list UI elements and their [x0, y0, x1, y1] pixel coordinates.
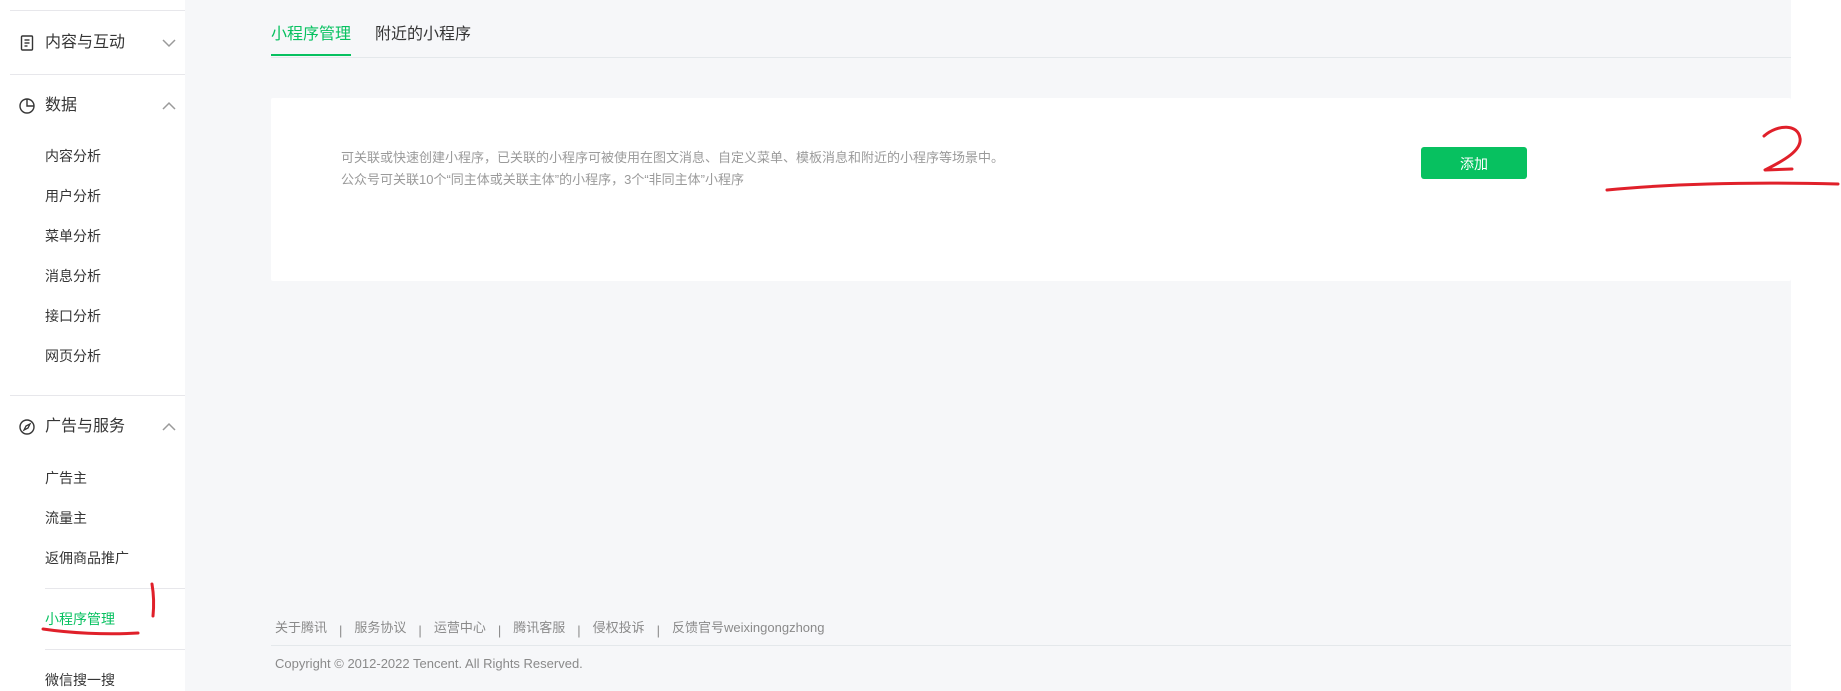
sidebar-group-label: 数据 [45, 97, 78, 114]
footer-link-operations-center[interactable]: 运营中心 [434, 620, 486, 635]
footer-link-feedback[interactable]: 反馈官号weixingongzhong [672, 620, 824, 635]
footer-separator: | [656, 623, 661, 638]
footer-divider [271, 645, 1791, 646]
tab-nearby-mini-programs[interactable]: 附近的小程序 [375, 24, 471, 46]
footer-separator: | [339, 623, 343, 638]
pie-chart-icon [19, 98, 35, 114]
footer-link-customer-service[interactable]: 腾讯客服 [513, 620, 565, 635]
sidebar-divider [45, 588, 185, 589]
sidebar-item-api-analysis[interactable]: 接口分析 [45, 306, 101, 326]
add-button[interactable]: 添加 [1421, 147, 1527, 179]
sidebar-divider [10, 395, 185, 396]
sidebar-group-data[interactable]: 数据 [10, 86, 185, 126]
copyright: Copyright © 2012-2022 Tencent. All Right… [275, 656, 583, 671]
sidebar-item-web-analysis[interactable]: 网页分析 [45, 346, 101, 366]
sidebar-item-advertiser[interactable]: 广告主 [45, 468, 87, 488]
footer-links: 关于腾讯 | 服务协议 | 运营中心 | 腾讯客服 | 侵权投诉 | 反馈官号weixingongz… [275, 617, 825, 638]
tab-active-underline [271, 54, 352, 56]
chevron-up-icon [162, 101, 176, 110]
sidebar-divider [45, 649, 185, 650]
sidebar-item-message-analysis[interactable]: 消息分析 [45, 266, 101, 286]
compass-icon [19, 419, 35, 435]
footer-separator: | [418, 623, 422, 638]
card-description-line2: 公众号可关联10个“同主体或关联主体”的小程序，3个“非同主体”小程序 [341, 172, 745, 187]
footer-separator: | [497, 623, 502, 638]
sidebar: 内容与互动 数据 内容分析 用户分析 菜单分析 消息分析 接口分析 网页分析 广… [0, 0, 185, 691]
sidebar-item-publisher[interactable]: 流量主 [45, 508, 87, 528]
sidebar-item-user-analysis[interactable]: 用户分析 [45, 186, 101, 206]
tab-label: 小程序管理 [271, 26, 352, 43]
footer-separator: | [577, 623, 581, 638]
chevron-up-icon [162, 422, 176, 431]
document-icon [20, 35, 34, 51]
sidebar-group-content-interaction[interactable]: 内容与互动 [10, 23, 185, 63]
page-edge [1791, 0, 1841, 691]
sidebar-group-label: 内容与互动 [45, 34, 126, 51]
sidebar-item-menu-analysis[interactable]: 菜单分析 [45, 226, 101, 246]
sidebar-divider [10, 74, 185, 75]
tab-bar: 小程序管理 附近的小程序 [271, 0, 1791, 58]
footer-link-about[interactable]: 关于腾讯 [275, 620, 327, 635]
sidebar-item-mini-program-management[interactable]: 小程序管理 [45, 609, 115, 629]
sidebar-item-wechat-search[interactable]: 微信搜一搜 [45, 670, 115, 690]
chevron-down-icon [162, 39, 176, 48]
sidebar-divider [10, 10, 185, 11]
footer-link-service-agreement[interactable]: 服务协议 [354, 620, 406, 635]
sidebar-item-content-analysis[interactable]: 内容分析 [45, 146, 101, 166]
tab-mini-program-management[interactable]: 小程序管理 [271, 24, 352, 56]
main-content: 小程序管理 附近的小程序 可关联或快速创建小程序，已关联的小程序可被使用在图文消… [185, 0, 1791, 691]
sidebar-group-label: 广告与服务 [45, 418, 126, 435]
mini-program-card: 可关联或快速创建小程序，已关联的小程序可被使用在图文消息、自定义菜单、模板消息和… [271, 98, 1791, 281]
sidebar-group-ads-services[interactable]: 广告与服务 [10, 407, 185, 447]
tab-label: 附近的小程序 [375, 26, 472, 43]
footer-link-infringement[interactable]: 侵权投诉 [593, 620, 645, 635]
sidebar-item-commission-promotion[interactable]: 返佣商品推广 [45, 548, 129, 568]
card-description-line1: 可关联或快速创建小程序，已关联的小程序可被使用在图文消息、自定义菜单、模板消息和… [341, 150, 1005, 165]
